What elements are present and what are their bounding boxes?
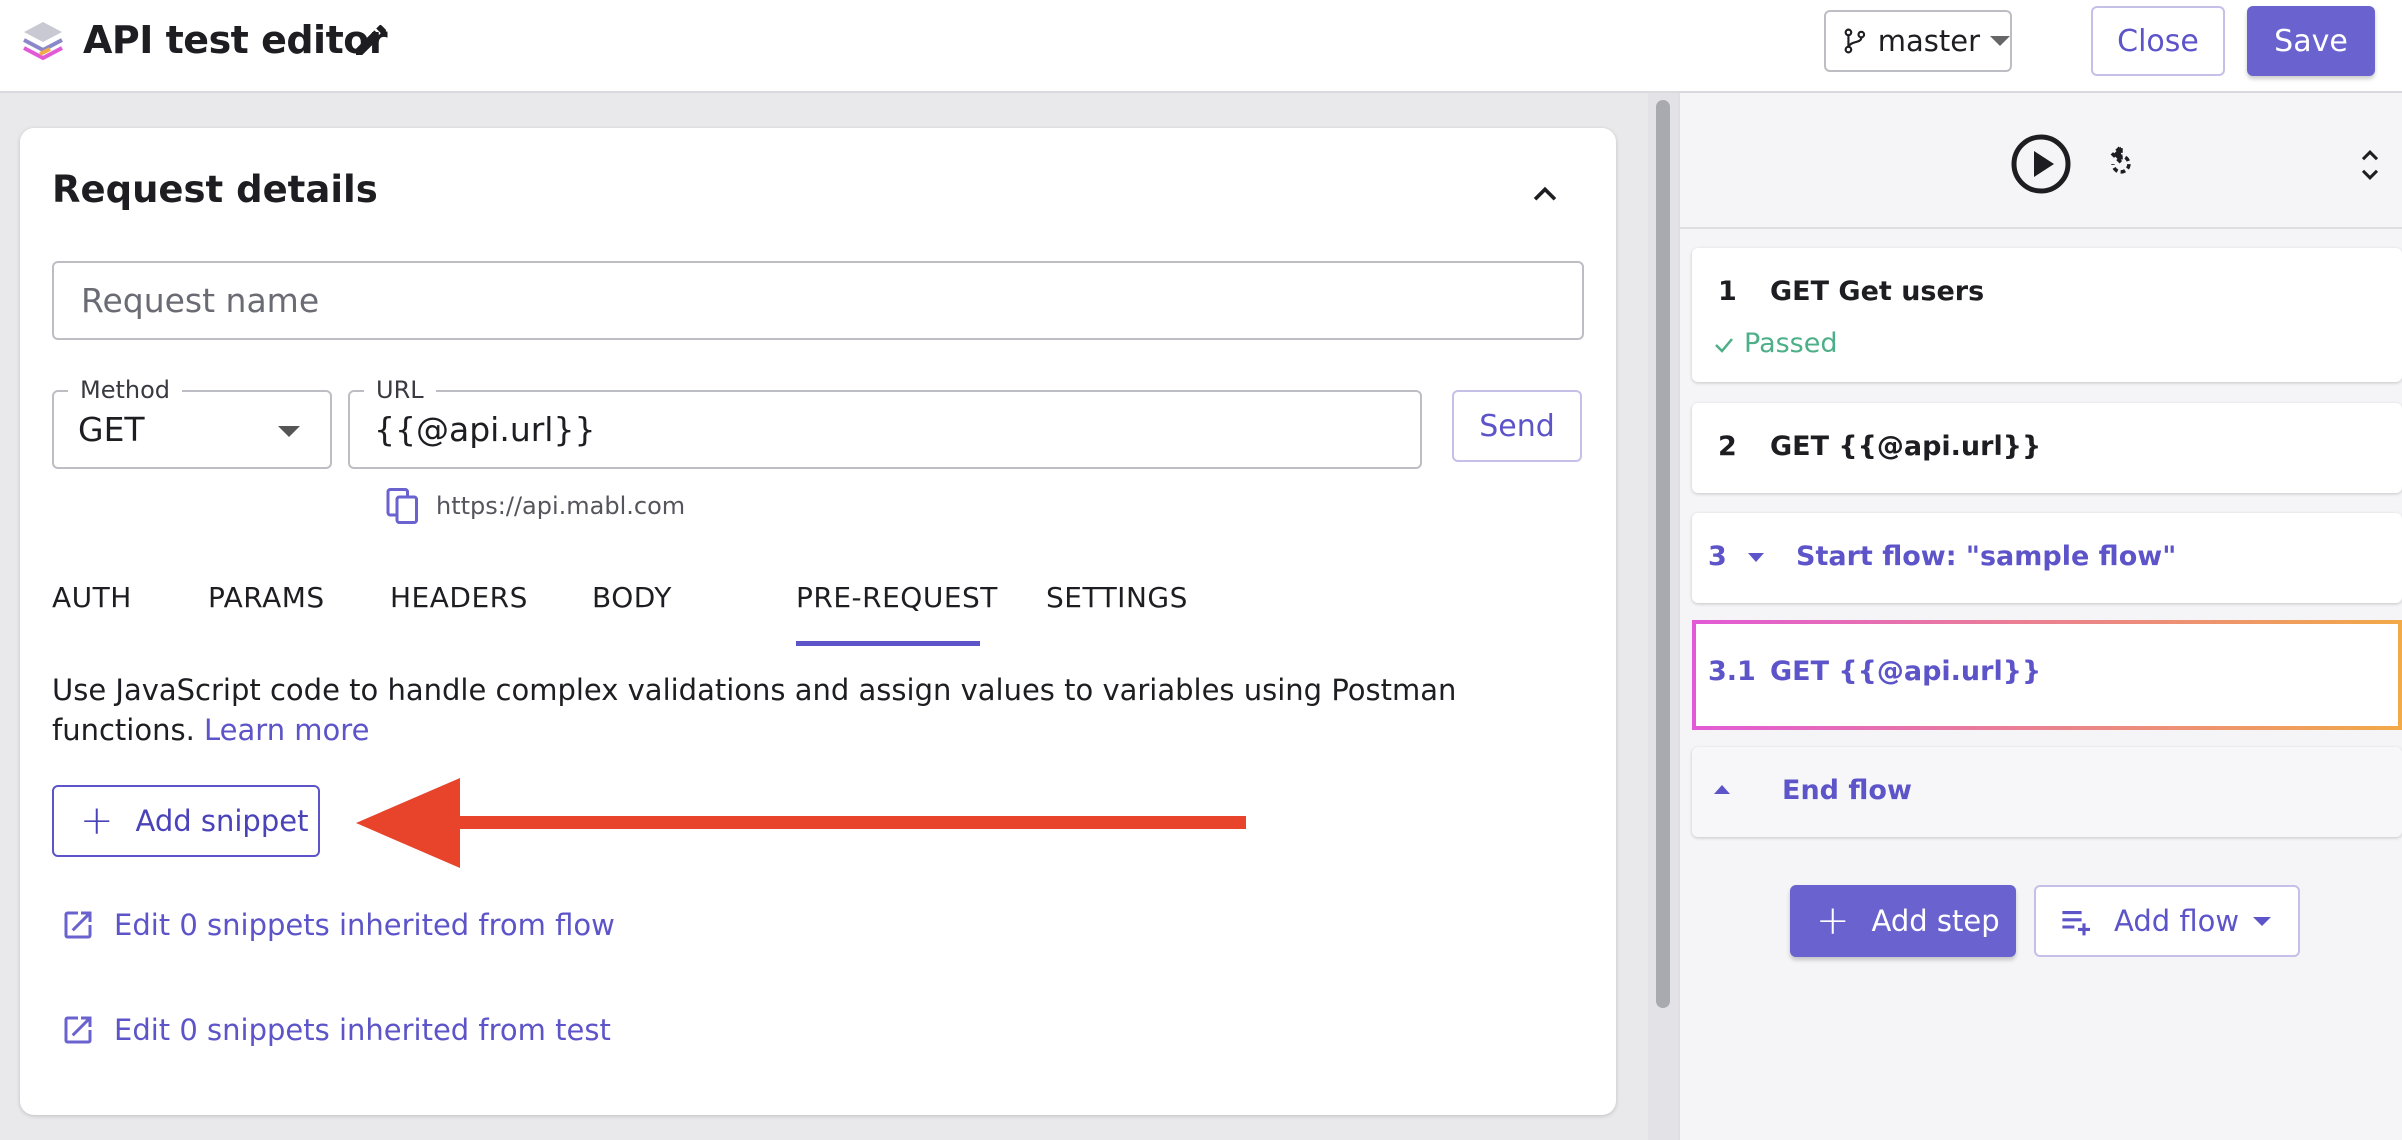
- step-number: 3.1: [1708, 656, 1756, 687]
- edit-flow-snippets-label: Edit 0 snippets inherited from flow: [114, 908, 615, 942]
- chevron-down-icon: [2253, 916, 2272, 926]
- add-snippet-button[interactable]: + Add snippet: [52, 785, 320, 857]
- open-in-new-icon: [64, 911, 92, 939]
- step-number: 3: [1708, 541, 1727, 572]
- step-card[interactable]: 1 GET Get users Passed: [1692, 248, 2402, 382]
- step-status: Passed: [1744, 328, 1838, 359]
- git-branch-icon: [1844, 28, 1866, 54]
- plus-icon: +: [80, 798, 114, 844]
- step-number: 2: [1718, 431, 1737, 462]
- chevron-down-icon: [278, 426, 300, 437]
- request-details-card: Request details Request name Method GET …: [20, 128, 1616, 1115]
- add-flow-button[interactable]: Add flow: [2034, 885, 2300, 957]
- chevron-up-icon[interactable]: [1714, 785, 1730, 794]
- save-button[interactable]: Save: [2247, 6, 2375, 76]
- tab-settings[interactable]: SETTINGS: [1046, 578, 1188, 618]
- annotation-arrow-icon: [356, 778, 1246, 868]
- url-value: {{@api.url}}: [374, 410, 596, 449]
- app-logo-icon: [23, 22, 63, 61]
- edit-test-snippets-label: Edit 0 snippets inherited from test: [114, 1013, 611, 1047]
- tab-pre-request[interactable]: PRE-REQUEST: [796, 578, 998, 618]
- step-card[interactable]: 2 GET {{@api.url}}: [1692, 403, 2402, 493]
- chevron-down-icon: [1990, 36, 2010, 46]
- flow-start-card[interactable]: 3 Start flow: "sample flow": [1692, 513, 2402, 603]
- request-name-input[interactable]: Request name: [52, 261, 1584, 340]
- flow-end-card[interactable]: End flow: [1692, 747, 2402, 837]
- method-value: GET: [78, 410, 145, 449]
- check-icon: [1715, 338, 1733, 353]
- method-select[interactable]: Method GET: [52, 377, 332, 469]
- add-step-button[interactable]: + Add step: [1790, 885, 2016, 957]
- add-flow-label: Add flow: [2114, 904, 2240, 938]
- copy-icon[interactable]: [385, 486, 421, 526]
- expand-collapse-icon[interactable]: [2356, 145, 2384, 185]
- open-in-new-icon: [64, 1016, 92, 1044]
- top-bar: API test editor master Close Save: [0, 0, 2402, 93]
- play-icon[interactable]: [2010, 133, 2072, 195]
- playlist-add-icon: [2062, 911, 2090, 936]
- url-input[interactable]: URL {{@api.url}}: [348, 377, 1422, 469]
- plus-icon: +: [1816, 898, 1850, 944]
- scrollbar-thumb[interactable]: [1656, 100, 1670, 1008]
- chevron-down-icon[interactable]: [1748, 553, 1764, 562]
- tab-params[interactable]: PARAMS: [208, 578, 325, 618]
- step-title: GET {{@api.url}}: [1770, 656, 2042, 687]
- chevron-up-icon[interactable]: [1528, 178, 1562, 212]
- add-step-label: Add step: [1871, 904, 2000, 938]
- tab-auth[interactable]: AUTH: [52, 578, 132, 618]
- section-title: Request details: [52, 168, 378, 211]
- pre-request-description: Use JavaScript code to handle complex va…: [52, 670, 1592, 750]
- learn-more-link[interactable]: Learn more: [204, 713, 369, 747]
- page-title: API test editor: [83, 18, 388, 62]
- branch-name: master: [1877, 24, 1980, 58]
- url-label: URL: [364, 377, 436, 403]
- branch-selector[interactable]: master: [1824, 10, 2012, 72]
- method-label: Method: [68, 377, 183, 403]
- active-tab-indicator: [796, 641, 980, 646]
- request-tabs: AUTH PARAMS HEADERS BODY PRE-REQUEST SET…: [52, 578, 1552, 658]
- add-snippet-label: Add snippet: [135, 804, 309, 838]
- send-button[interactable]: Send: [1452, 390, 1582, 462]
- edit-test-snippets-link[interactable]: Edit 0 snippets inherited from test: [60, 1012, 611, 1048]
- tab-body[interactable]: BODY: [592, 578, 672, 618]
- step-title: End flow: [1782, 775, 1912, 806]
- step-number: 1: [1718, 276, 1737, 307]
- steps-toolbar: [1680, 93, 2402, 229]
- resolved-url: https://api.mabl.com: [436, 492, 686, 520]
- edit-flow-snippets-link[interactable]: Edit 0 snippets inherited from flow: [60, 907, 615, 943]
- pencil-icon[interactable]: [351, 20, 391, 60]
- step-title: GET {{@api.url}}: [1770, 431, 2042, 462]
- close-button[interactable]: Close: [2091, 6, 2225, 76]
- tab-headers[interactable]: HEADERS: [390, 578, 528, 618]
- step-card-selected[interactable]: 3.1 GET {{@api.url}}: [1692, 620, 2402, 730]
- step-title: GET Get users: [1770, 276, 1985, 307]
- reset-icon[interactable]: [2102, 145, 2140, 183]
- step-title: Start flow: "sample flow": [1796, 541, 2177, 572]
- steps-panel: 1 GET Get users Passed 2 GET {{@api.url}…: [1678, 93, 2402, 1140]
